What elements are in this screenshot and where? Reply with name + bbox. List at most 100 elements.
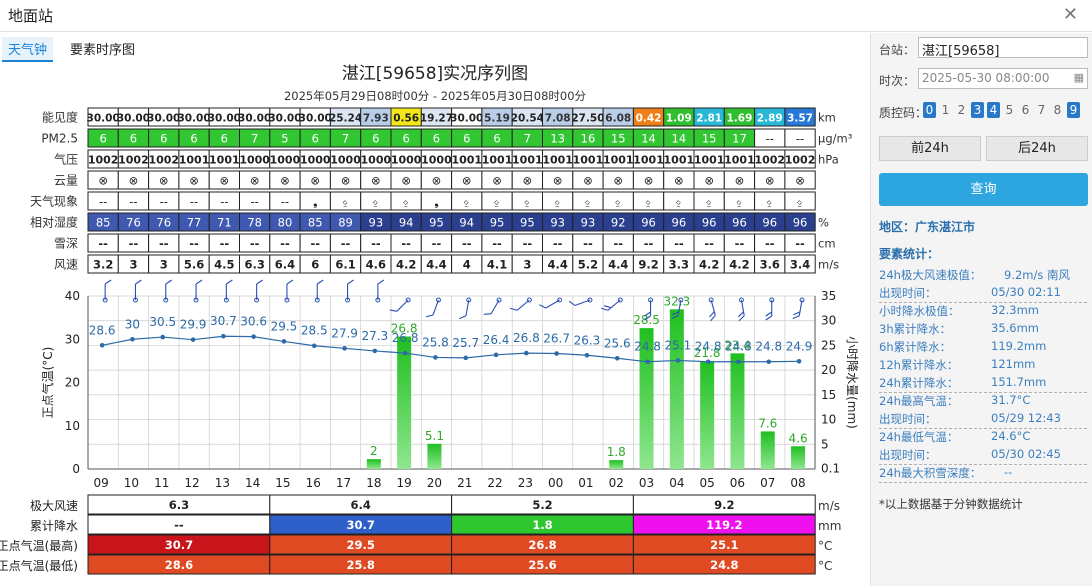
y-right-tick: 5 <box>821 437 829 451</box>
qc-code-9[interactable]: 9 <box>1067 102 1080 118</box>
summary-cell-text: 30.7 <box>165 538 193 552</box>
row-label: 雪深 <box>54 237 78 251</box>
qc-code-2[interactable]: 2 <box>955 102 968 118</box>
tab-weather-clock[interactable]: 天气钟 <box>2 37 54 62</box>
table-cell-text: 85 <box>308 216 323 230</box>
qc-code-5[interactable]: 5 <box>1003 102 1016 118</box>
table-cell-text: -- <box>644 237 654 251</box>
table-cell-text: 96 <box>702 216 717 230</box>
stat-value: -- <box>1004 465 1013 479</box>
close-icon[interactable]: ✕ <box>1063 4 1078 25</box>
table-cell-text: 30.00 <box>208 113 241 125</box>
table-cell-text: 1000 <box>270 154 301 167</box>
row-label: 天气现象 <box>30 194 78 209</box>
table-cell-text: -- <box>674 237 684 251</box>
x-tick-label: 05 <box>700 476 715 490</box>
summary-cell-text: 29.5 <box>347 538 375 552</box>
temperature-point <box>433 355 438 360</box>
wind-barb <box>223 279 233 303</box>
wind-barb-shaft <box>465 299 470 316</box>
qc-code-8[interactable]: 8 <box>1051 102 1064 118</box>
stat-key: 6h累计降水： <box>879 340 952 354</box>
stat-row: 12h累计降水： 121mm <box>879 357 1087 375</box>
table-cell-text: 1002 <box>118 154 149 167</box>
summary-cell-text: 9.2 <box>714 498 734 512</box>
table-cell-text: -- <box>613 237 623 251</box>
prev-24h-button[interactable]: 前24h <box>879 136 981 161</box>
stat-value: 151.7mm <box>991 375 1047 389</box>
qc-code-3[interactable]: 3 <box>971 102 984 118</box>
table-cell-text: -- <box>281 195 289 209</box>
stat-key: 12h累计降水： <box>879 358 959 372</box>
wind-barb-feather <box>135 279 142 285</box>
table-cell-text: 0.42 <box>636 113 662 125</box>
stat-row: 3h累计降水： 35.6mm <box>879 321 1087 339</box>
table-cell-text: -- <box>250 237 260 251</box>
table-cell-text: 1001 <box>179 154 210 167</box>
table-cell-text: 4.4 <box>426 258 446 272</box>
qc-code-6[interactable]: 6 <box>1019 102 1032 118</box>
stat-row: 24h最高气温： 31.7°C <box>879 393 1087 411</box>
temperature-point <box>372 348 378 354</box>
time-input[interactable]: 2025-05-30 08:00:00 ▦ <box>918 68 1088 89</box>
table-cell-text: -- <box>583 237 593 251</box>
query-button[interactable]: 查询 <box>879 173 1088 206</box>
window-title: 地面站 <box>8 7 54 25</box>
temperature-point <box>311 343 317 349</box>
table-cell-text: ⊗ <box>280 174 290 188</box>
x-tick-label: 02 <box>609 476 624 490</box>
temperature-point <box>796 359 802 364</box>
wind-barb-feather <box>226 279 233 285</box>
table-cell-text: -- <box>189 237 199 251</box>
next-24h-button[interactable]: 后24h <box>986 136 1088 161</box>
table-cell-text: 25.24 <box>329 113 362 125</box>
row-unit: cm <box>818 237 836 251</box>
table-cell-text: 13 <box>550 132 565 146</box>
temperature-label: 30.6 <box>240 315 267 329</box>
wind-barb <box>102 279 112 303</box>
table-cell-text: ⊗ <box>250 174 260 188</box>
table-cell-text: 1001 <box>209 154 240 167</box>
qc-code-0[interactable]: 0 <box>923 102 936 118</box>
table-cell-text: 4.2 <box>396 258 416 272</box>
x-tick-label: 13 <box>215 476 230 490</box>
table-cell-text: 5.19 <box>484 113 510 125</box>
y-right-tick: 15 <box>821 388 836 402</box>
wind-barb <box>132 279 142 303</box>
wind-barb-feather <box>510 307 518 311</box>
precip-bar-label: 1.8 <box>607 445 626 459</box>
wind-barb <box>483 297 502 315</box>
table-row: 30.0030.0030.0030.0030.0030.0030.0030.00… <box>87 107 816 127</box>
row-label: 能见度 <box>42 110 78 125</box>
table-cell-text: -- <box>280 237 290 251</box>
table-cell-text: ⍚ <box>494 195 501 209</box>
table-cell-text: -- <box>735 237 745 251</box>
wind-barb <box>708 297 716 322</box>
x-tick-label: 00 <box>548 476 563 490</box>
stat-value: 9.2m/s 南风 <box>1004 268 1071 282</box>
calendar-icon[interactable]: ▦ <box>1074 71 1084 84</box>
table-cell-text: ⊗ <box>401 174 411 188</box>
stat-key: 出现时间： <box>879 286 937 300</box>
table-cell-text: 1002 <box>754 154 785 167</box>
wind-barb <box>459 297 472 320</box>
qc-code-7[interactable]: 7 <box>1035 102 1048 118</box>
temperature-label: 30.7 <box>210 314 237 328</box>
table-cell-text: 30.00 <box>117 113 150 125</box>
wind-barb <box>737 297 745 322</box>
table-cell-text: 2.81 <box>696 113 722 125</box>
table-cell-text: 1000 <box>391 154 422 167</box>
temperature-label: 24.8 <box>695 340 722 354</box>
table-cell-text: ⍚ <box>706 195 713 209</box>
wind-barb-feather <box>568 300 576 306</box>
qc-code-1[interactable]: 1 <box>939 102 952 118</box>
y-right-tick: 10 <box>821 413 836 427</box>
station-input[interactable]: 湛江[59658] <box>918 37 1088 58</box>
table-cell-text: 1002 <box>88 154 119 167</box>
x-tick-label: 09 <box>94 476 109 490</box>
tab-element-timeseries[interactable]: 要素时序图 <box>64 37 141 60</box>
qc-code-4[interactable]: 4 <box>987 102 1000 118</box>
table-cell-text: 76 <box>156 216 171 230</box>
table-cell-text: 1001 <box>512 154 543 167</box>
observation-chart: 湛江[59658]实况序列图 2025年05月29日08时00分 - 2025年0… <box>0 64 859 575</box>
